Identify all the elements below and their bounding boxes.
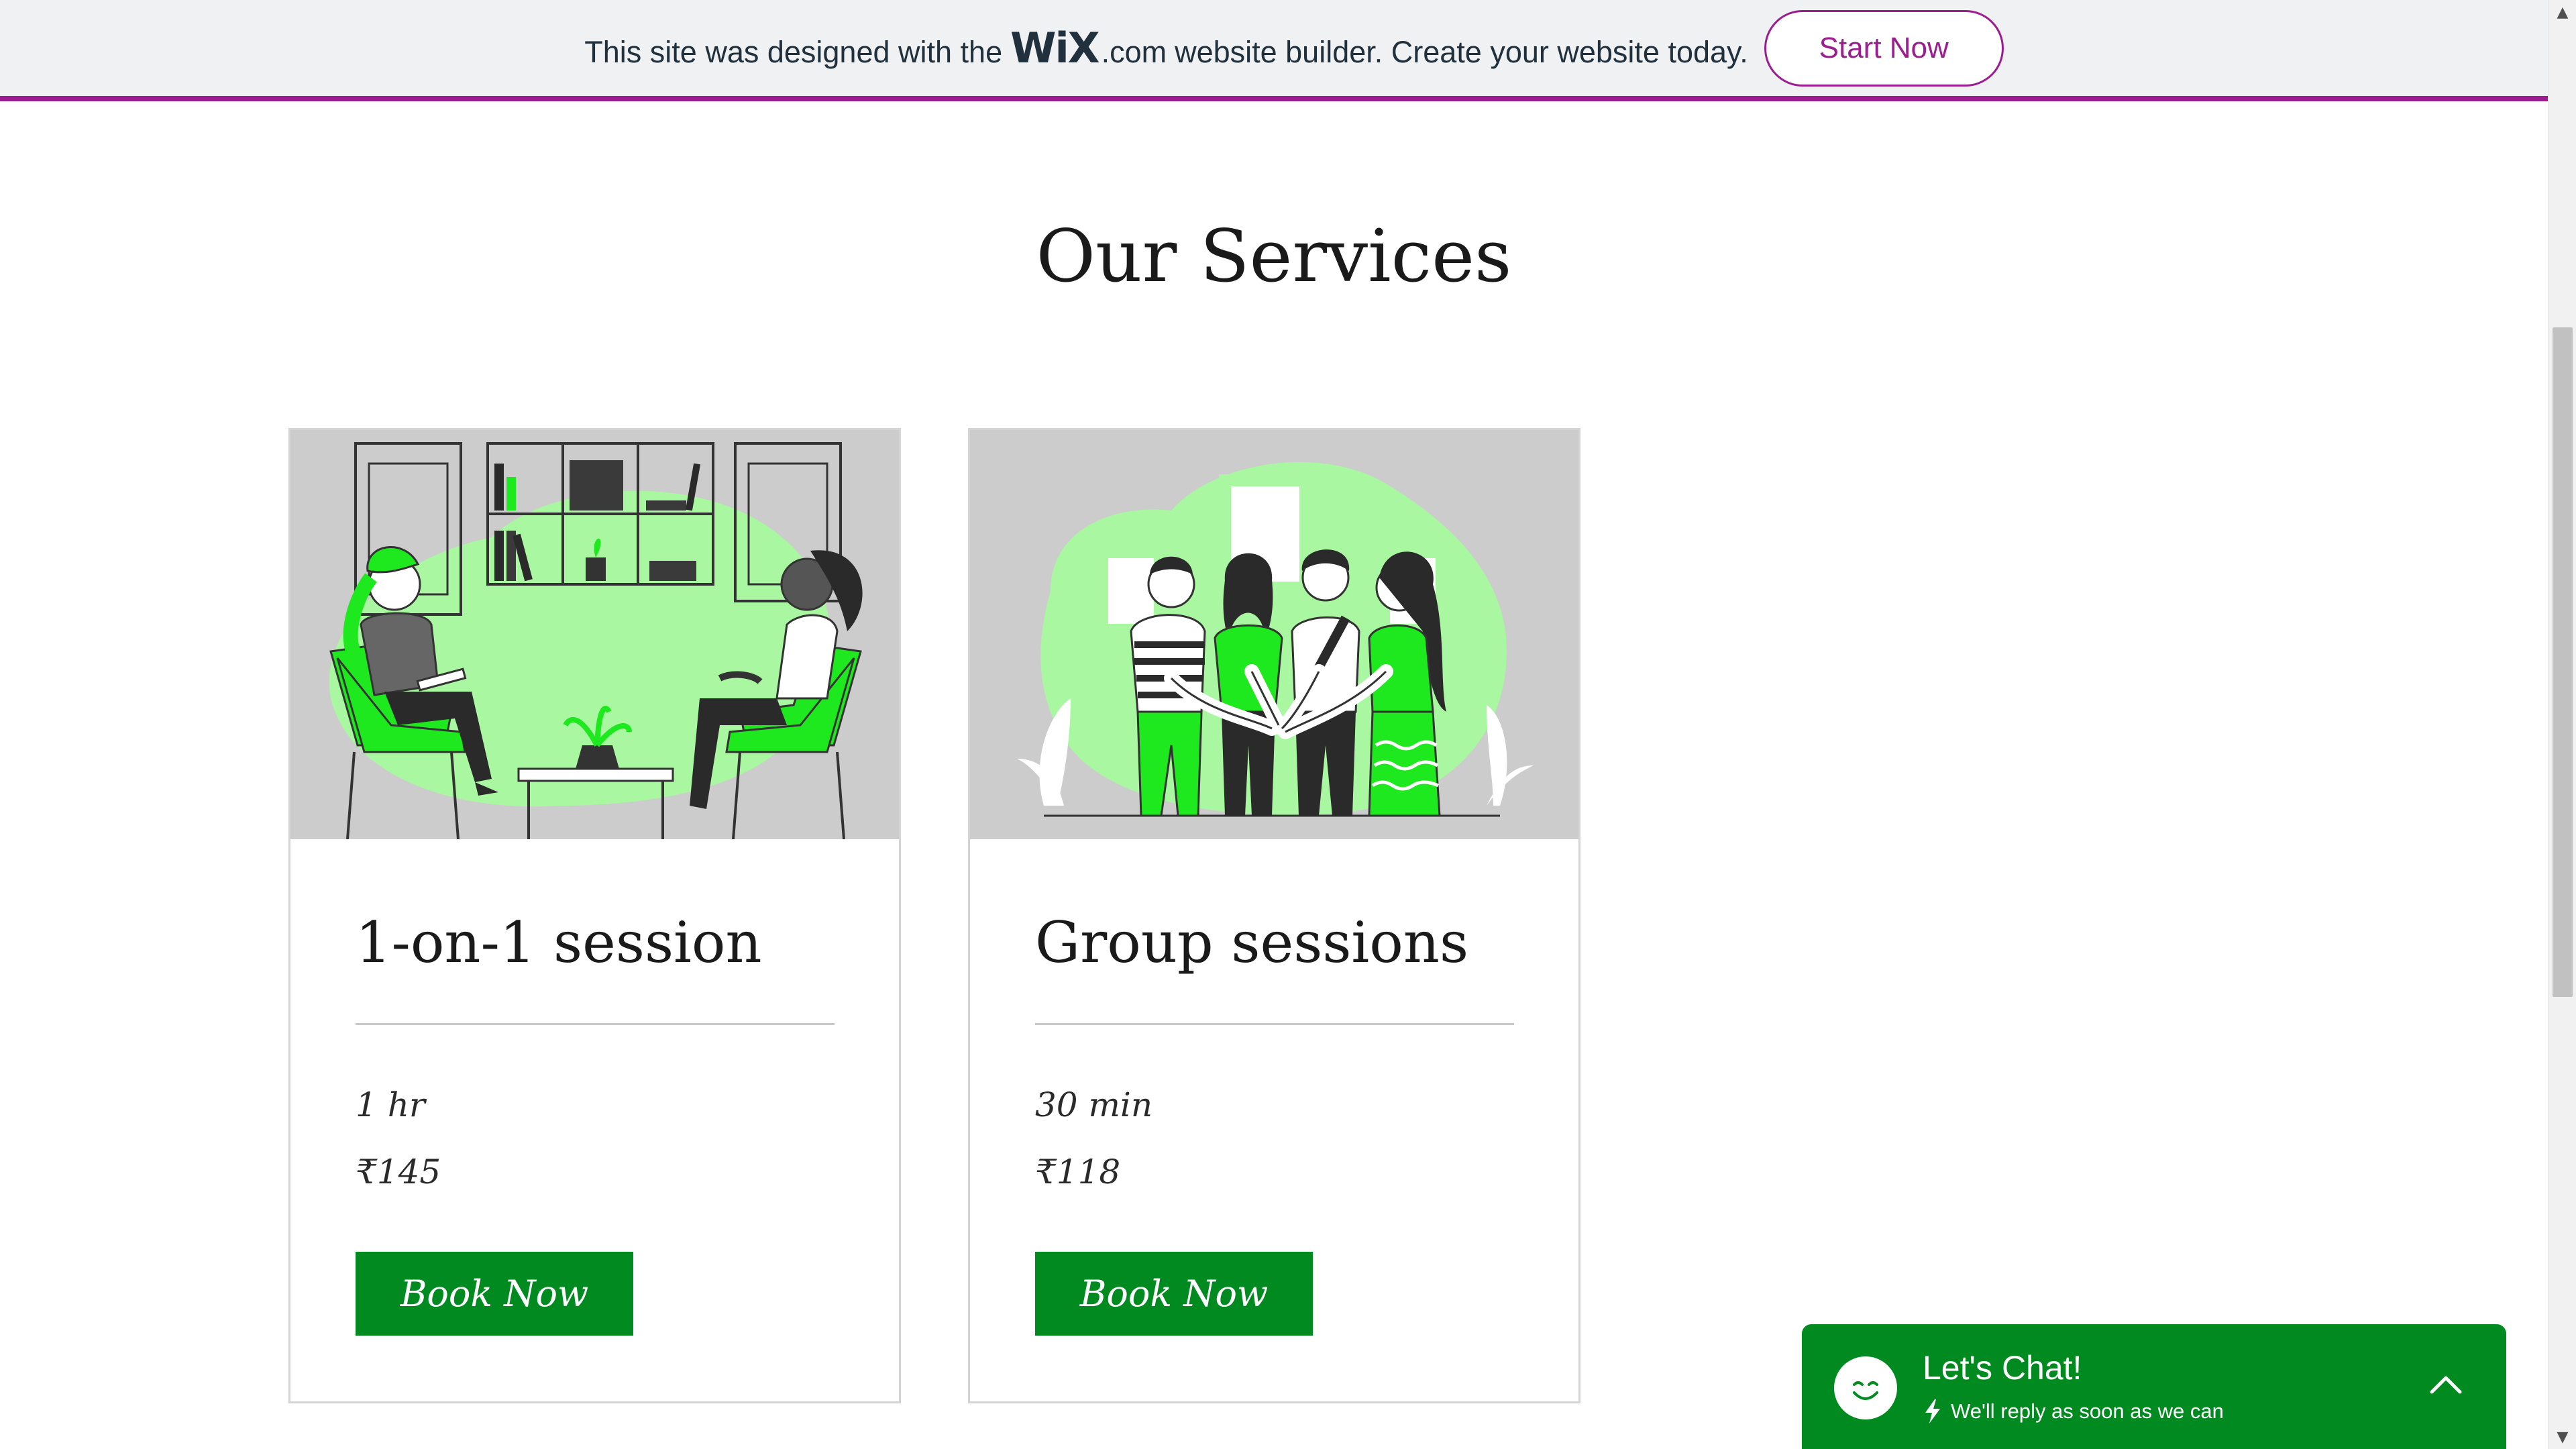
counseling-illustration	[290, 430, 899, 839]
page: This site was designed with the WiX .com…	[0, 0, 2576, 1449]
smiley-icon-svg	[1853, 1381, 1878, 1400]
group-illustration-svg	[970, 430, 1578, 839]
counseling-illustration-svg	[290, 430, 899, 839]
smiley-icon	[1834, 1356, 1897, 1419]
chat-widget[interactable]: Let's Chat! We'll reply as soon as we ca…	[1802, 1324, 2506, 1449]
chevron-up-svg	[2430, 1376, 2462, 1394]
service-price: ₹145	[356, 1152, 441, 1191]
chat-title: Let's Chat!	[1923, 1349, 2082, 1387]
wix-banner-text-before: This site was designed with the	[584, 35, 1003, 69]
chat-subtitle: We'll reply as soon as we can	[1923, 1398, 2224, 1425]
service-price: ₹118	[1035, 1152, 1121, 1191]
scroll-down-icon[interactable]: ▼	[2548, 1425, 2576, 1449]
section-title: Our Services	[1036, 215, 1512, 299]
service-card-1on1[interactable]: 1-on-1 session 1 hr ₹145 Book Now	[288, 428, 901, 1403]
scroll-up-icon[interactable]: ▲	[2548, 0, 2576, 24]
lightning-icon	[1925, 1399, 1940, 1424]
service-duration: 1 hr	[356, 1085, 425, 1124]
page-scrollbar[interactable]: ▲ ▼	[2548, 0, 2576, 1449]
scroll-thumb[interactable]	[2553, 327, 2573, 997]
wix-banner: This site was designed with the WiX .com…	[0, 0, 2548, 101]
card-divider	[1035, 1023, 1514, 1025]
book-now-button[interactable]: Book Now	[1035, 1252, 1313, 1336]
wix-banner-text: This site was designed with the WiX .com…	[584, 23, 1748, 72]
card-divider	[356, 1023, 835, 1025]
service-title[interactable]: 1-on-1 session	[356, 910, 762, 975]
wix-domain: .com	[1101, 35, 1167, 69]
start-now-button[interactable]: Start Now	[1764, 9, 2004, 87]
service-title[interactable]: Group sessions	[1035, 910, 1468, 975]
chevron-up-icon[interactable]	[2426, 1364, 2466, 1405]
service-duration: 30 min	[1035, 1085, 1153, 1124]
book-now-button[interactable]: Book Now	[356, 1252, 633, 1336]
wix-banner-text-after: website builder. Create your website tod…	[1175, 35, 1748, 69]
wix-logo[interactable]: WiX	[1010, 23, 1099, 72]
group-illustration	[970, 430, 1578, 839]
service-card-group[interactable]: Group sessions 30 min ₹118 Book Now	[968, 428, 1580, 1403]
chat-subtitle-text: We'll reply as soon as we can	[1951, 1399, 2224, 1423]
wix-banner-content: This site was designed with the WiX .com…	[584, 9, 2004, 87]
